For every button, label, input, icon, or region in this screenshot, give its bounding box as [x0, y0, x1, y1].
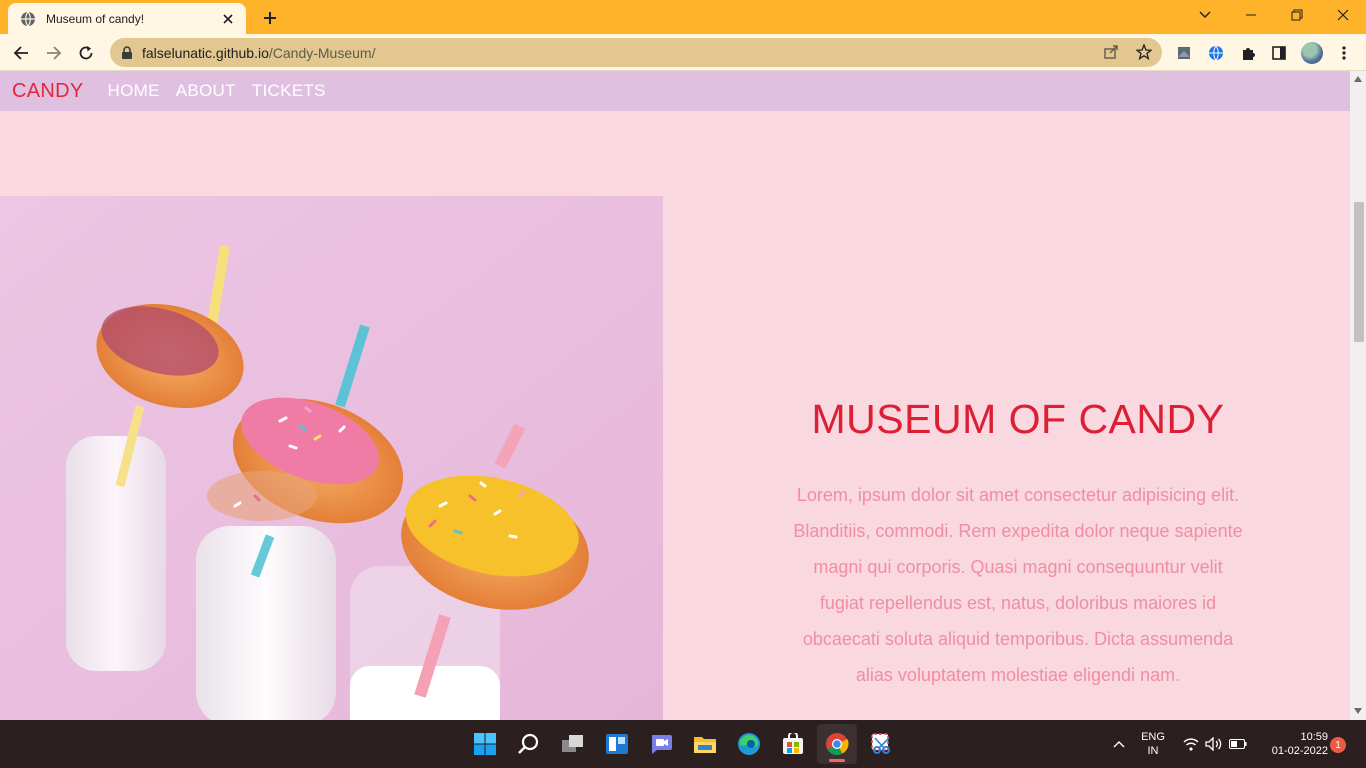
- chrome-browser-icon[interactable]: [817, 724, 857, 764]
- close-tab-icon[interactable]: [220, 11, 236, 27]
- clock-time: 10:59: [1300, 731, 1328, 743]
- hero-title: MUSEUM OF CANDY: [811, 396, 1225, 442]
- share-icon[interactable]: [1100, 43, 1122, 61]
- url-text: falselunatic.github.io/Candy-Museum/: [142, 45, 375, 61]
- microsoft-store-icon[interactable]: [773, 724, 813, 764]
- new-tab-button[interactable]: [258, 6, 282, 30]
- profile-avatar[interactable]: [1301, 42, 1323, 64]
- volume-icon[interactable]: [1204, 734, 1224, 754]
- reload-icon[interactable]: [73, 40, 99, 66]
- url-path: /Candy-Museum/: [268, 44, 376, 61]
- page-scrollbar[interactable]: [1350, 71, 1366, 720]
- file-explorer-icon[interactable]: [685, 724, 725, 764]
- address-bar[interactable]: falselunatic.github.io/Candy-Museum/: [110, 38, 1162, 67]
- clock-date: 01-02-2022: [1271, 745, 1328, 757]
- teams-chat-icon[interactable]: [641, 724, 681, 764]
- show-hidden-icons-chevron-icon[interactable]: [1109, 734, 1129, 754]
- tab-search-icon[interactable]: [1182, 0, 1228, 30]
- browser-tab[interactable]: Museum of candy!: [8, 3, 246, 34]
- scroll-up-icon[interactable]: [1354, 75, 1362, 83]
- forward-arrow-icon[interactable]: [41, 40, 67, 66]
- battery-icon[interactable]: [1228, 734, 1248, 754]
- site-navbar: CANDY HOME ABOUT TICKETS: [0, 71, 1350, 111]
- extension-globe-icon[interactable]: [1205, 42, 1227, 64]
- active-app-indicator: [829, 759, 845, 762]
- extension-flag-icon[interactable]: [1173, 42, 1195, 64]
- language-indicator[interactable]: ENG IN: [1136, 730, 1170, 758]
- lock-icon: [120, 45, 134, 60]
- scroll-down-icon[interactable]: [1354, 707, 1362, 715]
- avatar: [1301, 42, 1323, 64]
- hero-image-donuts: [0, 196, 663, 720]
- restore-icon[interactable]: [1274, 0, 1320, 30]
- notification-badge[interactable]: 1: [1330, 737, 1346, 753]
- page-viewport: CANDY HOME ABOUT TICKETS MUSEUM OF CANDY…: [0, 71, 1350, 720]
- nav-home[interactable]: HOME: [108, 81, 160, 101]
- browser-tab-strip: Museum of candy!: [0, 0, 1366, 34]
- nav-about[interactable]: ABOUT: [176, 81, 236, 101]
- nav-tickets[interactable]: TICKETS: [252, 81, 326, 101]
- snipping-tool-icon[interactable]: [861, 724, 901, 764]
- extensions-puzzle-icon[interactable]: [1237, 42, 1259, 64]
- clock[interactable]: 10:59 01-02-2022: [1256, 730, 1328, 758]
- task-view-icon[interactable]: [553, 724, 593, 764]
- hero-paragraph: Lorem, ipsum dolor sit amet consectetur …: [793, 485, 1243, 685]
- minimize-icon[interactable]: [1228, 0, 1274, 30]
- region-code: IN: [1147, 745, 1159, 757]
- hero-text-block: MUSEUM OF CANDY Lorem, ipsum dolor sit a…: [790, 395, 1246, 693]
- edge-browser-icon[interactable]: [729, 724, 769, 764]
- close-window-icon[interactable]: [1320, 0, 1366, 30]
- back-arrow-icon[interactable]: [8, 40, 34, 66]
- search-icon[interactable]: [509, 724, 549, 764]
- url-domain: falselunatic.github.io: [142, 44, 269, 61]
- tab-title: Museum of candy!: [46, 11, 145, 26]
- site-logo[interactable]: CANDY: [12, 80, 84, 103]
- scrollbar-thumb[interactable]: [1354, 202, 1364, 342]
- browser-toolbar: falselunatic.github.io/Candy-Museum/: [0, 34, 1366, 71]
- globe-icon: [20, 11, 36, 27]
- menu-kebab-icon[interactable]: [1333, 42, 1355, 64]
- wifi-icon[interactable]: [1181, 734, 1201, 754]
- widgets-icon[interactable]: [597, 724, 637, 764]
- windows-taskbar: ENG IN 10:59 01-02-2022: [0, 720, 1366, 768]
- bookmark-star-icon[interactable]: [1133, 43, 1155, 61]
- language-code: ENG: [1141, 731, 1165, 743]
- windows-start-icon[interactable]: [465, 724, 505, 764]
- side-panel-icon[interactable]: [1268, 42, 1290, 64]
